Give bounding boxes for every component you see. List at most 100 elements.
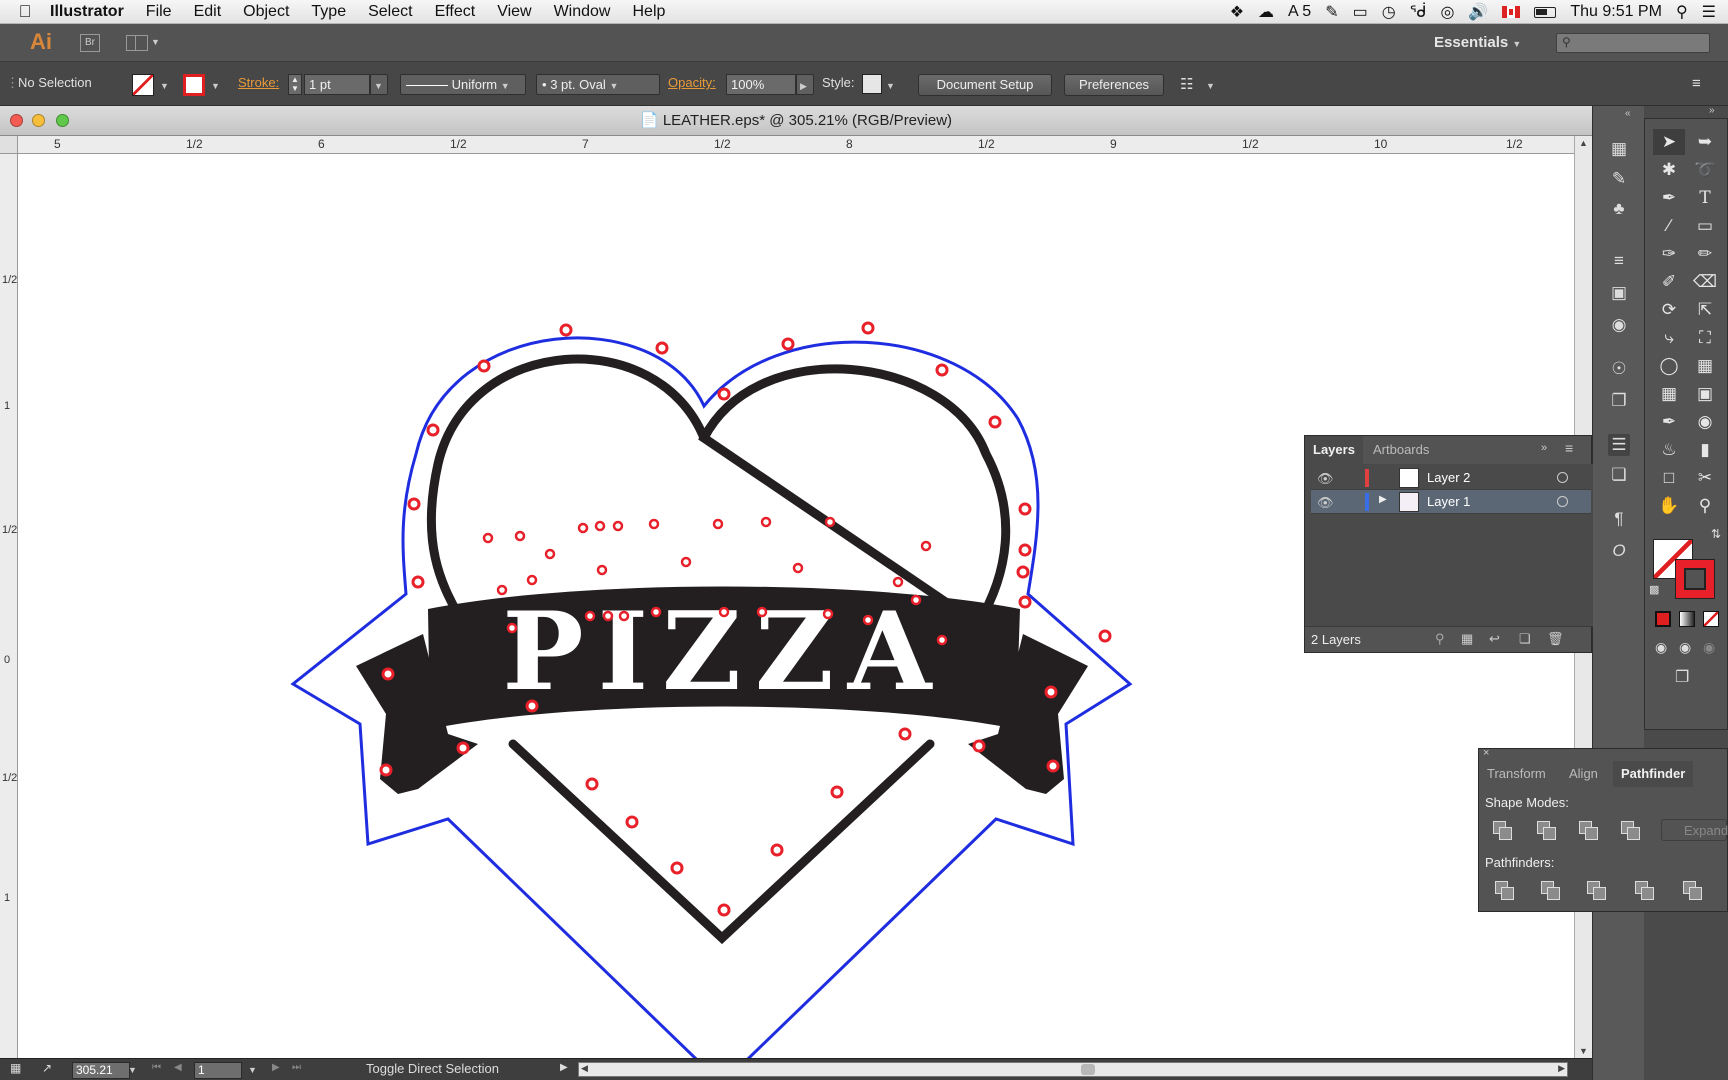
visibility-eye-icon[interactable]: 👁 <box>1317 471 1334 487</box>
zoom-input[interactable]: 305.21 <box>72 1062 130 1079</box>
direct-selection-tool-icon[interactable]: ➥ <box>1689 129 1721 155</box>
scroll-left-icon[interactable]: ◀ <box>581 1063 588 1074</box>
layer-name[interactable]: Layer 2 <box>1427 470 1470 485</box>
stroke-weight-stepper[interactable]: ▲ ▼ <box>288 74 302 95</box>
menu-effect[interactable]: Effect <box>435 3 476 21</box>
appearance-panel-icon[interactable]: ☉ <box>1608 358 1630 380</box>
variable-width-profile-dropdown[interactable]: Uniform ▼ <box>400 74 526 95</box>
volume-icon[interactable]: 🔊 <box>1468 2 1488 22</box>
tab-pathfinder[interactable]: Pathfinder <box>1613 761 1694 787</box>
unite-icon[interactable] <box>1493 821 1513 840</box>
clock[interactable]: Thu 9:51 PM <box>1570 3 1662 21</box>
horizontal-scroll-thumb[interactable] <box>1081 1064 1095 1075</box>
expand-layer-triangle-icon[interactable]: ▶ <box>1379 494 1387 505</box>
zoom-tool-icon[interactable]: ⚲ <box>1689 493 1721 519</box>
expand-button[interactable]: Expand <box>1661 819 1728 841</box>
opacity-label[interactable]: Opacity: <box>668 75 716 90</box>
next-artboard-icon[interactable]: ▶ <box>272 1062 280 1073</box>
scale-tool-icon[interactable]: ⇱ <box>1689 297 1721 323</box>
menu-file[interactable]: File <box>146 3 172 21</box>
bridge-button[interactable]: Br <box>80 34 100 52</box>
color-mode-button[interactable] <box>1655 611 1671 627</box>
paintbrush-tool-icon[interactable]: ✑ <box>1653 241 1685 267</box>
brush-definition-dropdown[interactable]: • 3 pt. Oval ▼ <box>536 74 660 95</box>
status-menu-arrow-icon[interactable]: ▶ <box>560 1062 568 1073</box>
delete-layer-icon[interactable]: 🗑 <box>1547 631 1564 647</box>
draw-normal-icon[interactable]: ◉ <box>1655 639 1667 656</box>
share-icon[interactable]: ↗ <box>42 1061 52 1075</box>
perspective-grid-tool-icon[interactable]: ▦ <box>1689 353 1721 379</box>
draw-inside-icon[interactable]: ◉ <box>1703 639 1715 656</box>
magic-wand-tool-icon[interactable]: ✱ <box>1653 157 1685 183</box>
creative-cloud-icon[interactable]: ☁ <box>1258 2 1274 22</box>
menu-object[interactable]: Object <box>243 3 289 21</box>
mesh-tool-icon[interactable]: ▦ <box>1653 381 1685 407</box>
arrange-documents-button[interactable] <box>126 35 148 51</box>
airplay-icon[interactable]: ▭ <box>1353 2 1368 22</box>
graphic-style-swatch[interactable] <box>862 74 882 94</box>
width-tool-icon[interactable]: ⤷ <box>1653 325 1685 351</box>
layer-row[interactable]: 👁 ▶ Layer 1 <box>1311 490 1591 514</box>
stroke-caret-icon[interactable]: ▼ <box>211 81 220 91</box>
layer-target-icon[interactable] <box>1557 496 1568 507</box>
stroke-swatch[interactable] <box>183 74 205 96</box>
stroke-panel-icon[interactable]: ≡ <box>1608 250 1630 272</box>
blob-brush-tool-icon[interactable]: ✐ <box>1653 269 1685 295</box>
tab-artboards[interactable]: Artboards <box>1365 436 1437 464</box>
visibility-eye-icon[interactable]: 👁 <box>1317 495 1334 511</box>
minus-front-icon[interactable] <box>1537 821 1557 840</box>
tab-layers[interactable]: Layers <box>1305 436 1363 464</box>
bluetooth-icon[interactable]: ᖂ <box>1410 2 1427 22</box>
artboard-caret-icon[interactable]: ▼ <box>248 1065 257 1075</box>
artboard-number-input[interactable]: 1 <box>194 1062 242 1079</box>
opacity-input[interactable]: 100% <box>726 74 796 95</box>
paragraph-panel-icon[interactable]: ¶ <box>1608 508 1630 530</box>
last-artboard-icon[interactable]: ⏭ <box>292 1062 301 1073</box>
collapse-panel-icon[interactable]: » <box>1541 442 1547 454</box>
slice-tool-icon[interactable]: ✂ <box>1689 465 1721 491</box>
fill-swatch[interactable] <box>132 74 154 96</box>
crop-icon[interactable] <box>1635 881 1655 900</box>
wifi-icon[interactable]: ◎ <box>1440 2 1454 22</box>
tab-transform[interactable]: Transform <box>1479 761 1554 787</box>
new-layer-icon[interactable]: ❏ <box>1519 631 1531 647</box>
hand-tool-icon[interactable]: ✋ <box>1653 493 1685 519</box>
notification-center-icon[interactable]: ☰ <box>1702 2 1716 22</box>
horizontal-scrollbar[interactable]: ◀ ▶ <box>578 1062 1568 1077</box>
line-segment-tool-icon[interactable]: ∕ <box>1653 213 1685 239</box>
brushes-panel-icon[interactable]: ✎ <box>1608 168 1630 190</box>
zoom-window-button[interactable] <box>56 114 69 127</box>
eyedropper-tool-icon[interactable]: ✒ <box>1653 409 1685 435</box>
previous-artboard-icon[interactable]: ◀ <box>174 1062 182 1073</box>
locate-object-icon[interactable]: ⚲ <box>1435 631 1445 647</box>
evernote-icon[interactable]: ✎ <box>1325 2 1338 22</box>
app-menu[interactable]: Illustrator <box>50 3 124 21</box>
help-search-input[interactable]: ⚲ <box>1556 33 1710 53</box>
scroll-up-icon[interactable]: ▲ <box>1579 138 1588 148</box>
zoom-caret-icon[interactable]: ▼ <box>128 1065 137 1075</box>
stroke-color-box[interactable] <box>1675 559 1715 599</box>
outline-icon[interactable] <box>1683 881 1703 900</box>
battery-icon[interactable] <box>1534 6 1557 18</box>
menu-type[interactable]: Type <box>311 3 346 21</box>
opentype-panel-icon[interactable]: O <box>1608 540 1630 562</box>
layer-name[interactable]: Layer 1 <box>1427 494 1470 509</box>
opacity-slider-button[interactable]: ▶ <box>796 74 814 95</box>
divide-icon[interactable] <box>1495 881 1515 900</box>
apple-menu-icon[interactable]:  <box>0 2 50 22</box>
preferences-button[interactable]: Preferences <box>1064 74 1164 96</box>
time-machine-icon[interactable]: ◷ <box>1382 2 1396 22</box>
artboard-tool-icon[interactable]: □ <box>1653 465 1685 491</box>
make-clipping-mask-icon[interactable]: ▦ <box>1461 631 1473 647</box>
swap-fill-stroke-icon[interactable]: ⇅ <box>1711 527 1721 541</box>
collapse-dock-icon[interactable]: « <box>1625 108 1631 119</box>
input-source-flag-icon[interactable] <box>1502 6 1521 18</box>
free-transform-tool-icon[interactable]: ⛶ <box>1689 325 1721 351</box>
none-mode-button[interactable] <box>1703 611 1719 627</box>
stroke-label[interactable]: Stroke: <box>238 75 279 90</box>
isolate-caret-icon[interactable]: ▼ <box>1206 81 1215 91</box>
scroll-down-icon[interactable]: ▼ <box>1579 1046 1588 1056</box>
isolate-object-icon[interactable]: ☷ <box>1180 75 1193 93</box>
close-panel-icon[interactable]: × <box>1483 747 1489 759</box>
draw-behind-icon[interactable]: ◉ <box>1679 639 1691 656</box>
